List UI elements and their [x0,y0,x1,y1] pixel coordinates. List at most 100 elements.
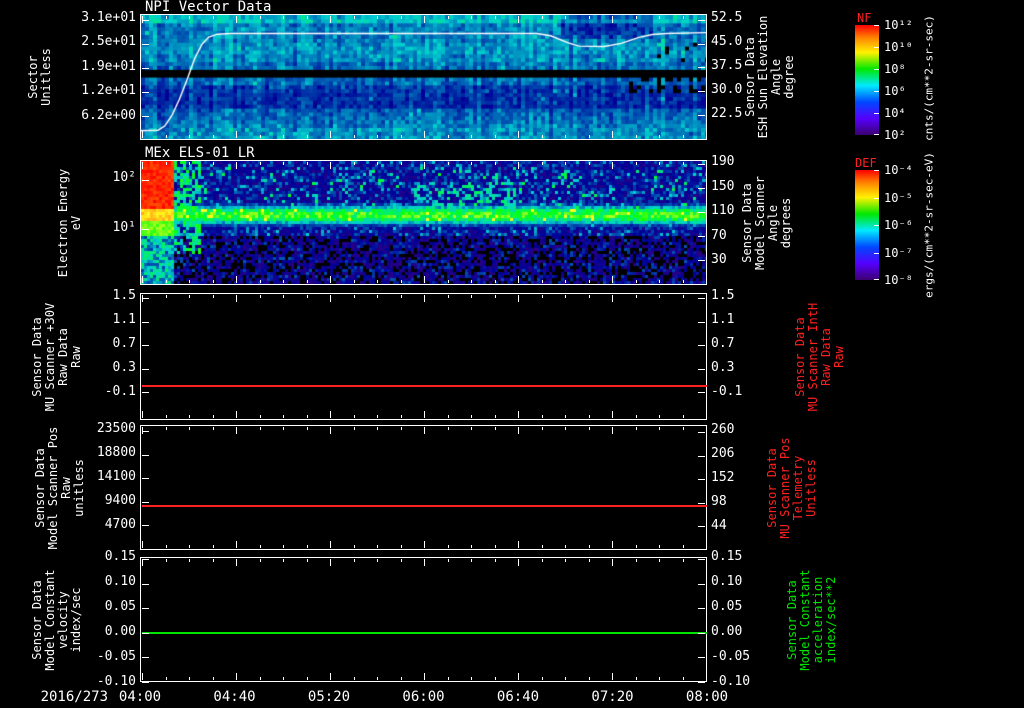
x-tick-mark [330,673,331,680]
x-tick-mark [166,677,167,680]
x-tick-mark [377,162,378,165]
y-left-tick-label: 0.05 [78,600,136,614]
x-tick-mark [377,280,378,283]
x-tick-mark [330,16,331,23]
x-tick-mark [448,427,449,430]
y-left-tick-label: 4700 [78,518,136,532]
data-line-model-scanner-pos [142,505,707,507]
y-left-tick-label: 2.5e+01 [78,35,136,49]
x-tick-mark [377,295,378,298]
x-tick-mark [401,280,402,283]
x-tick-mark [283,677,284,680]
y-left-tick-label: 23500 [78,422,136,436]
x-tick-mark [683,545,684,548]
x-tick-mark [518,427,519,434]
x-tick-mark [260,280,261,283]
x-tick-mark [401,295,402,298]
colorbar-tick-mark [874,113,879,114]
axis-label-line: eV [70,160,83,285]
x-tick-mark [307,677,308,680]
x-tick-mark [283,280,284,283]
x-tick-mark [424,131,425,138]
x-tick-mark [142,541,143,548]
x-tick-mark [236,411,237,418]
x-tick-mark [518,131,519,138]
x-tick-mark [189,135,190,138]
y-tick-mark [142,229,149,230]
x-tick-mark [213,280,214,283]
axis-label-right-mu-scanner-plus30v: Sensor DataMU Scanner IntHRaw DataRaw [794,293,846,420]
x-tick-mark [612,427,613,434]
x-tick-mark [401,16,402,19]
x-tick-mark [377,135,378,138]
x-tick-mark [565,16,566,19]
x-tick-mark [354,280,355,283]
x-tick-mark [236,131,237,138]
colorbar-tick-label: 10¹⁰ [884,40,913,54]
x-tick-mark [260,162,261,165]
x-axis-time-label: 06:00 [402,689,444,705]
x-tick-mark [354,559,355,562]
x-tick-mark [354,677,355,680]
y-tick-mark [698,345,705,346]
x-tick-mark [612,541,613,548]
axis-label-left-mex-els-01-lr: Electron EnergyeV [57,160,83,285]
x-tick-mark [401,559,402,562]
x-tick-mark [612,295,613,302]
x-tick-mark [636,545,637,548]
x-tick-mark [424,16,425,23]
y-left-tick-label: 0.3 [78,361,136,375]
x-tick-mark [471,162,472,165]
x-tick-mark [495,677,496,680]
x-tick-mark [260,545,261,548]
x-axis-time-label: 07:20 [591,689,633,705]
x-tick-mark [283,559,284,562]
x-tick-mark [659,545,660,548]
x-tick-mark [471,295,472,298]
x-tick-mark [401,415,402,418]
y-tick-mark [698,298,705,299]
x-tick-mark [683,295,684,298]
y-left-tick-label: 0.15 [78,550,136,564]
x-tick-mark [213,545,214,548]
x-tick-mark [683,16,684,19]
x-tick-mark [166,415,167,418]
x-tick-mark [377,16,378,19]
axis-label-line: Unitless [40,14,53,140]
x-tick-mark [260,415,261,418]
axis-label-line: degree [783,14,796,140]
x-tick-mark [612,411,613,418]
y-right-tick-label: 0.00 [711,625,759,639]
x-tick-mark [612,131,613,138]
y-tick-mark [698,432,705,433]
y-tick-mark [698,456,705,457]
x-tick-mark [189,559,190,562]
y-left-tick-label: 3.1e+01 [78,11,136,25]
x-tick-mark [706,276,707,283]
axis-label-right-mex-els-01-lr: Sensor DataModel ScannerAngledegrees [741,160,793,285]
x-tick-mark [260,677,261,680]
y-tick-mark [142,559,149,560]
y-tick-mark [698,682,705,683]
y-left-tick-label: -0.10 [78,675,136,689]
date-label: 2016/273 [28,689,108,705]
x-tick-mark [683,135,684,138]
x-tick-mark [542,162,543,165]
x-tick-mark [683,415,684,418]
x-tick-mark [166,559,167,562]
x-tick-mark [354,427,355,430]
x-tick-mark [659,162,660,165]
x-tick-mark [448,162,449,165]
x-tick-mark [448,677,449,680]
y-tick-mark [142,525,149,526]
x-tick-mark [283,545,284,548]
data-line-mu-scanner-plus30v [142,385,707,387]
y-tick-mark [142,584,149,585]
y-left-tick-label: 1.1 [78,313,136,327]
x-tick-mark [424,276,425,283]
x-tick-mark [189,677,190,680]
x-tick-mark [354,16,355,19]
axis-label-right-model-scanner-pos: Sensor DataMU Scanner PosTelemetryUnitle… [766,425,818,550]
axis-label-line: index/sec [70,557,83,682]
x-axis-time-label: 04:00 [119,689,161,705]
